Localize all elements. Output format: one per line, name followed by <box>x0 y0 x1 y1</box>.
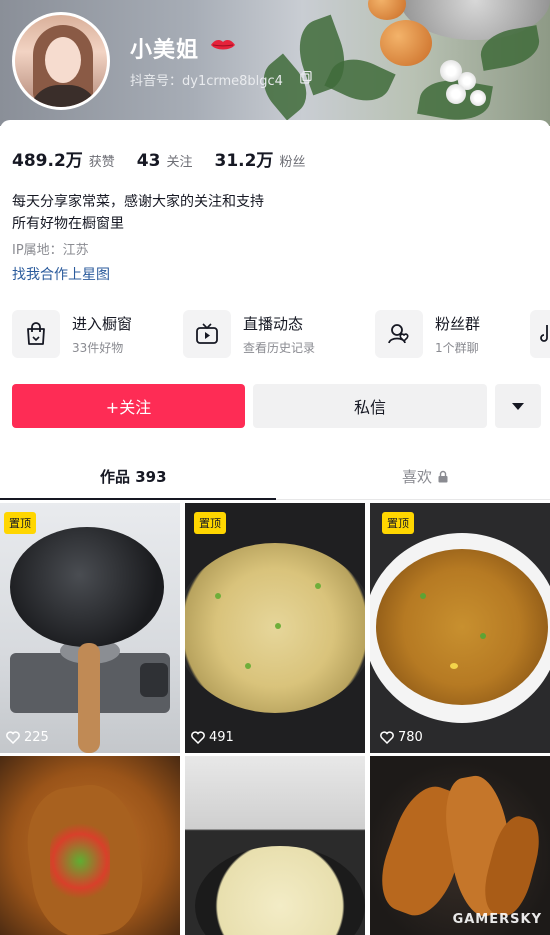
more-button[interactable] <box>495 384 541 428</box>
avatar[interactable] <box>12 12 110 110</box>
stat-likes[interactable]: 489.2万 获赞 <box>12 146 115 171</box>
video-likes: 491 <box>191 730 234 745</box>
garnish <box>245 663 251 669</box>
stat-value: 43 <box>136 151 161 171</box>
avatar-face <box>45 37 81 83</box>
stat-value: 489.2万 <box>12 151 83 171</box>
garnish <box>275 623 281 629</box>
bio-line: 每天分享家常菜，感谢大家的关注和支持 <box>12 194 264 210</box>
ip-location: IP属地：江苏 <box>12 243 89 258</box>
tab-indicator <box>0 498 276 500</box>
shortcut-title: 粉丝群 <box>435 314 481 333</box>
bio: 每天分享家常菜，感谢大家的关注和支持 所有好物在橱窗里 <box>12 191 264 235</box>
heart-icon <box>6 731 20 744</box>
pinned-badge: 置顶 <box>382 512 414 534</box>
tab-likes-label: 喜欢 <box>402 468 433 486</box>
heart-icon <box>380 731 394 744</box>
video-thumbnail[interactable]: 置顶 780 <box>370 503 550 753</box>
bio-line: 所有好物在橱窗里 <box>12 216 124 232</box>
video-likes: 780 <box>380 730 423 745</box>
stove-knob <box>140 663 168 697</box>
pepper-topping <box>50 816 110 906</box>
shortcut-subtitle: 33件好物 <box>72 340 124 355</box>
stat-label: 粉丝 <box>279 155 306 170</box>
douyin-id: 抖音号：dy1crme8blgc4 <box>130 74 283 89</box>
profile-stats: 489.2万 获赞 43 关注 31.2万 粉丝 <box>12 146 327 171</box>
video-thumbnail[interactable] <box>185 756 365 935</box>
stat-followers[interactable]: 31.2万 粉丝 <box>214 146 305 171</box>
follow-button[interactable]: +关注 <box>12 384 245 428</box>
video-likes: 225 <box>6 730 49 745</box>
shortcut-subtitle: 查看历史记录 <box>243 340 316 355</box>
video-thumbnail[interactable]: 置顶 491 <box>185 503 365 753</box>
banner-flower <box>446 84 466 104</box>
content-tabs: 作品 393 喜欢 <box>0 452 550 500</box>
tab-works[interactable]: 作品 393 <box>100 466 167 487</box>
video-likes-count: 225 <box>24 730 49 745</box>
heart-icon <box>191 731 205 744</box>
egg-pancake <box>195 846 365 935</box>
fan-group-icon <box>375 310 423 358</box>
profile-name: 小美姐 <box>130 38 200 63</box>
garnish <box>480 633 486 639</box>
video-likes-count: 780 <box>398 730 423 745</box>
stat-value: 31.2万 <box>214 151 274 171</box>
garnish <box>315 583 321 589</box>
garnish <box>420 593 426 599</box>
tab-likes[interactable]: 喜欢 <box>402 466 449 487</box>
watermark: GAMERSKY <box>452 912 542 927</box>
star-map-link[interactable]: 找我合作上星图 <box>12 264 110 284</box>
fried-rice <box>376 549 548 705</box>
shortcut-title: 直播动态 <box>243 314 304 333</box>
video-likes-count: 491 <box>209 730 234 745</box>
shortcut-fan-group[interactable]: 粉丝群 1个群聊 <box>375 309 480 359</box>
shopping-bag-icon <box>12 310 60 358</box>
shortcut-title: 进入橱窗 <box>72 314 133 333</box>
pinned-badge: 置顶 <box>194 512 226 534</box>
tv-play-icon <box>183 310 231 358</box>
caret-down-icon <box>512 403 524 410</box>
wok <box>10 527 164 647</box>
shortcut-showcase[interactable]: 进入橱窗 33件好物 <box>12 309 132 359</box>
pinned-badge: 置顶 <box>4 512 36 534</box>
banner-fruit <box>368 0 406 20</box>
banner-flower <box>470 90 486 106</box>
stat-label: 关注 <box>166 155 193 170</box>
video-thumbnail[interactable]: 置顶 225 <box>0 503 180 753</box>
shortcut-subtitle: 1个群聊 <box>435 340 479 355</box>
music-note-icon <box>530 310 550 358</box>
copy-icon[interactable] <box>300 71 312 84</box>
garnish <box>215 593 221 599</box>
video-thumbnail[interactable] <box>370 756 550 935</box>
garnish <box>450 663 458 669</box>
lips-icon <box>211 40 235 50</box>
lock-icon <box>438 470 448 483</box>
stat-following[interactable]: 43 关注 <box>137 151 193 171</box>
video-thumbnail[interactable] <box>0 756 180 935</box>
shortcut-live[interactable]: 直播动态 查看历史记录 <box>183 309 315 359</box>
message-button[interactable]: 私信 <box>253 384 487 428</box>
wok-handle <box>78 643 100 753</box>
stat-label: 获赞 <box>88 155 115 170</box>
banner-fruit <box>380 20 432 66</box>
shortcut-partial[interactable] <box>530 309 550 359</box>
